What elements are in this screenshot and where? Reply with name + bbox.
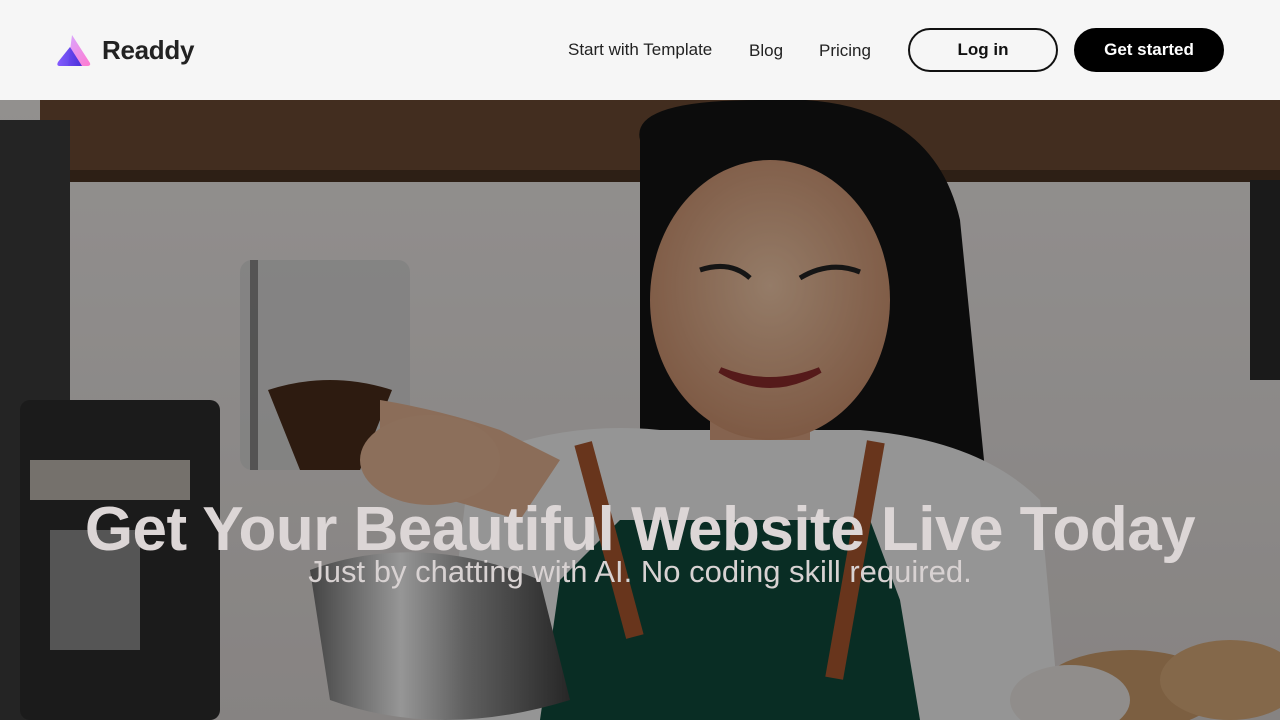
- hero-overlay: [0, 100, 1280, 720]
- hero-section: Get Your Beautiful Website Live Today Ju…: [0, 100, 1280, 720]
- nav-pricing[interactable]: Pricing: [819, 41, 871, 61]
- brand-logo[interactable]: Readdy: [56, 32, 194, 68]
- triangle-logo-icon: [57, 35, 91, 66]
- brand-name: Readdy: [102, 34, 195, 65]
- hero-subtitle: Just by chatting with AI. No coding skil…: [308, 554, 972, 589]
- get-started-button[interactable]: Get started: [1074, 28, 1224, 72]
- nav-blog[interactable]: Blog: [749, 41, 783, 61]
- site-header: Readdy Start with Template Blog Pricing …: [0, 0, 1280, 100]
- login-button[interactable]: Log in: [908, 28, 1058, 72]
- nav-start-with-template[interactable]: Start with Template: [568, 40, 712, 60]
